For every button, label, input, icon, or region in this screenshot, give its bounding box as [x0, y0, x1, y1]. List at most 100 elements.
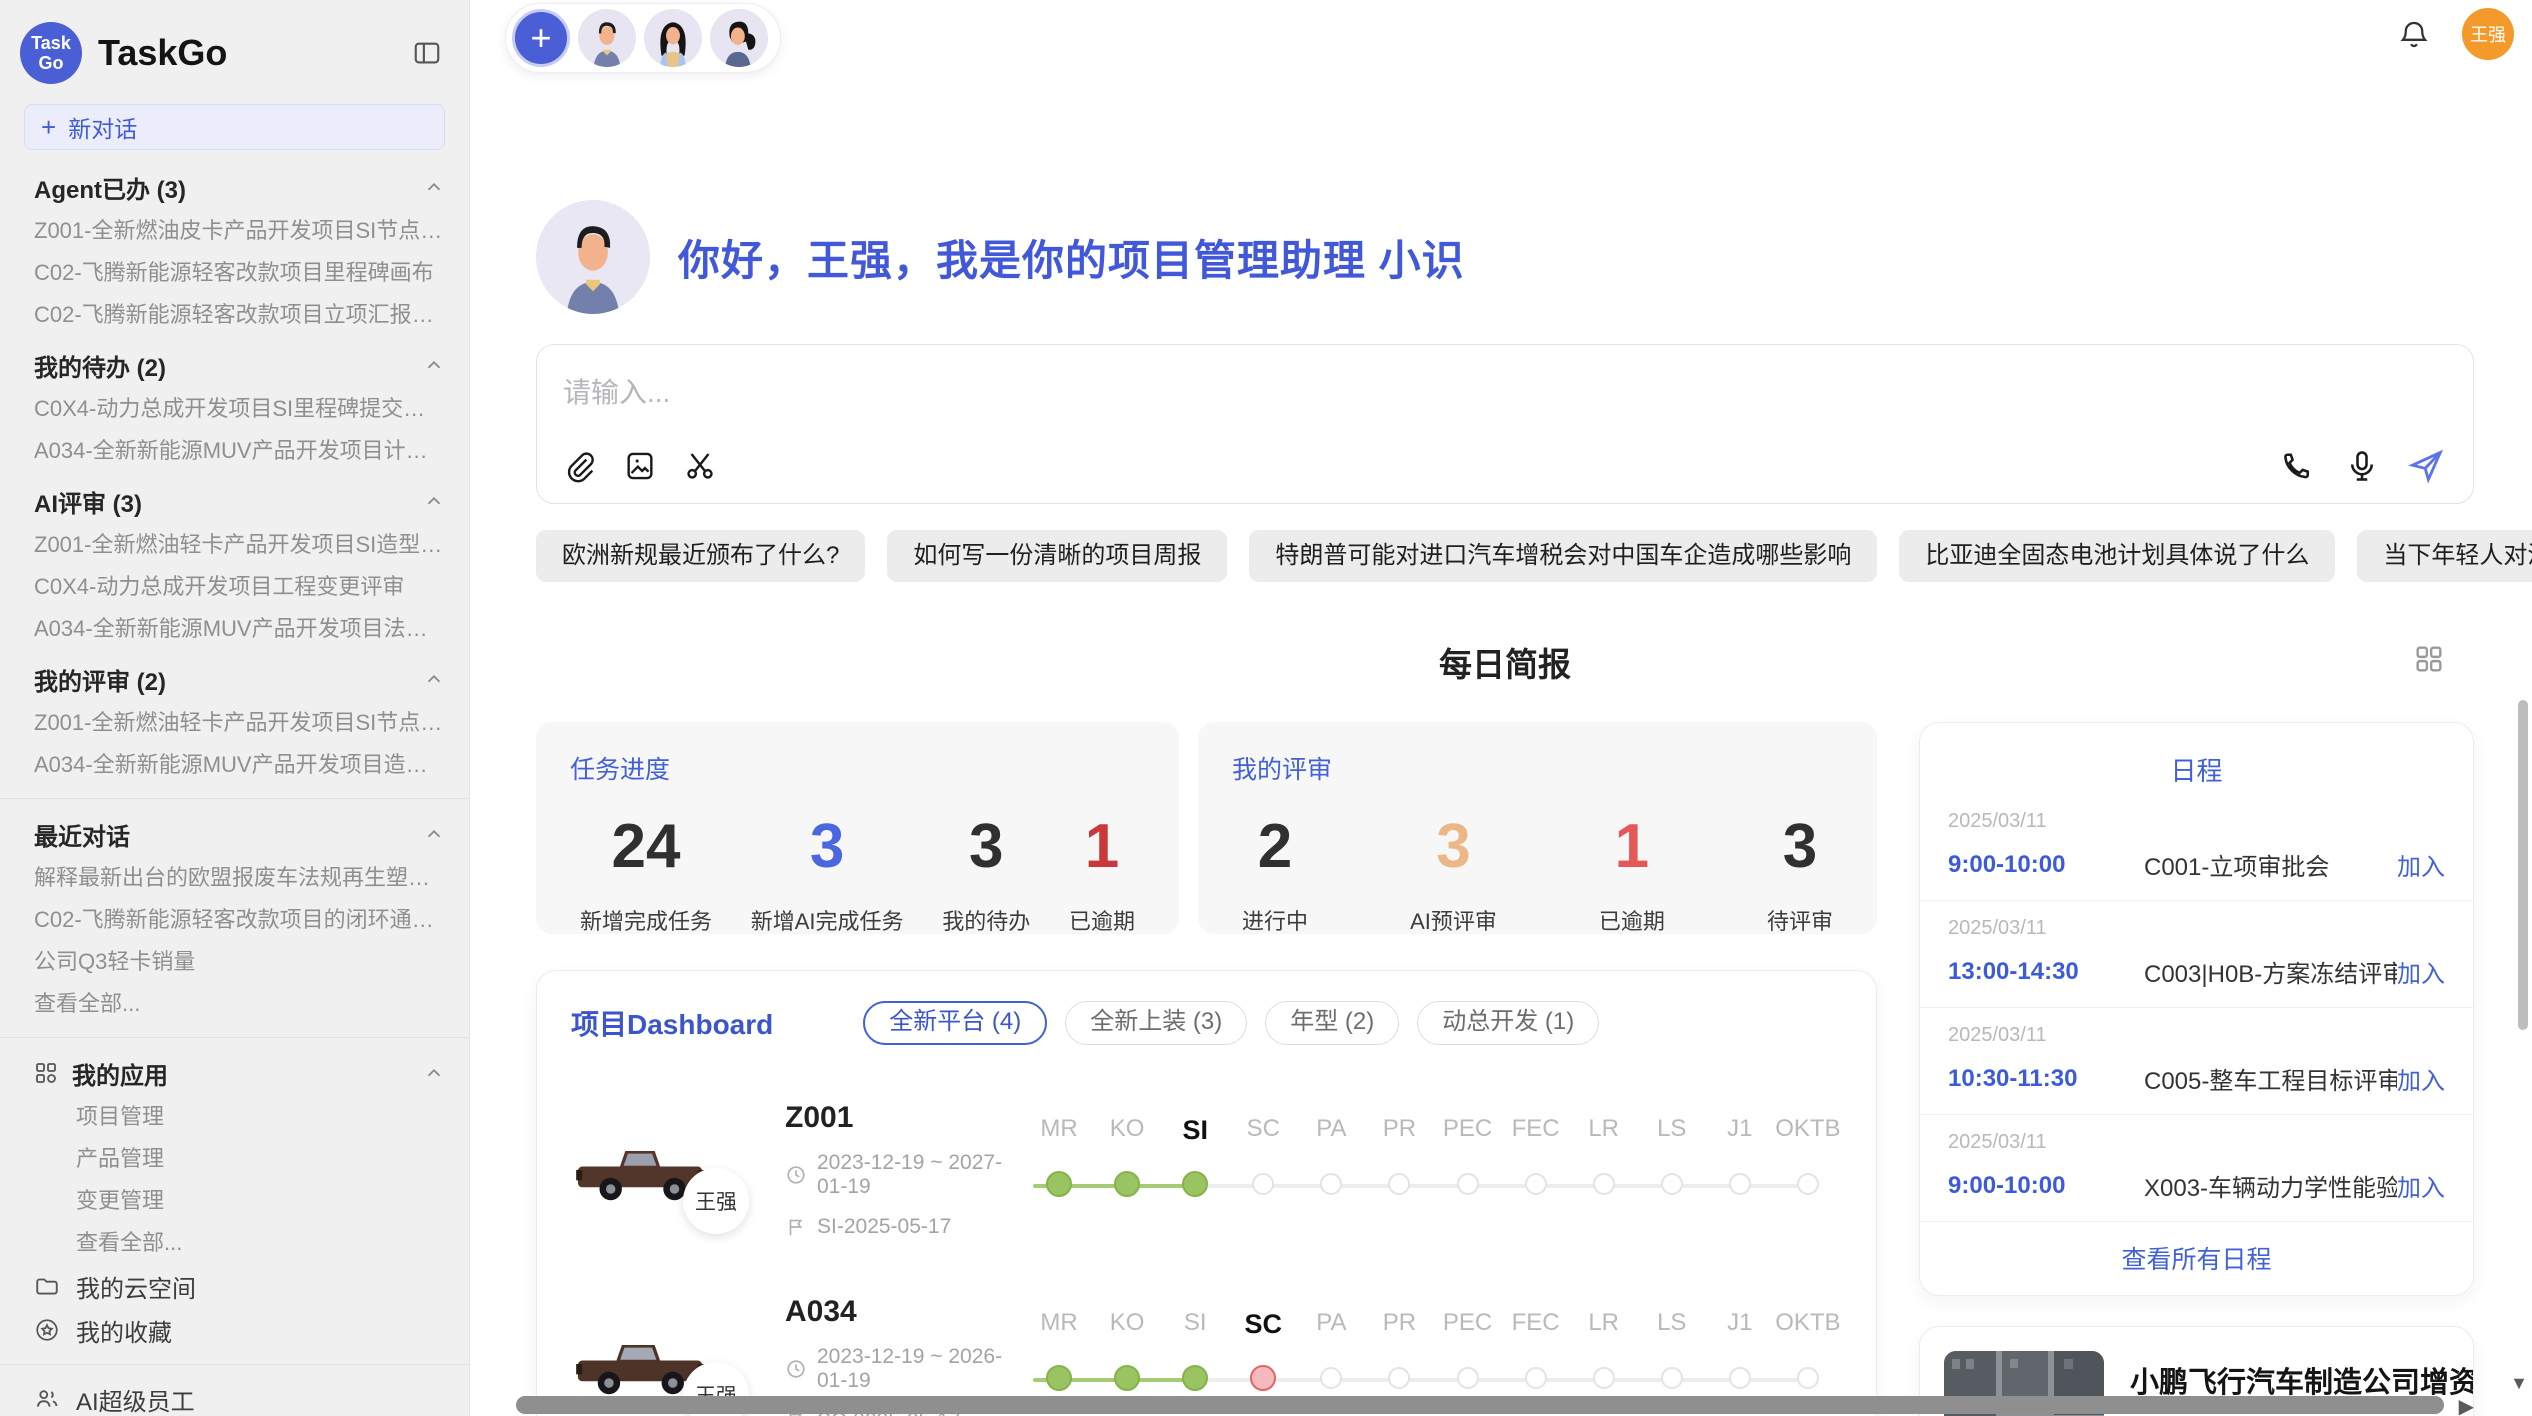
project-milestone-date: SI-2025-05-17: [817, 1215, 951, 1239]
view-all-apps-link[interactable]: 查看全部...: [34, 1222, 445, 1264]
app-window: Task Go TaskGo + 新对话 Agent已办 (3) Z001-全新…: [0, 0, 2532, 1416]
tab-powertrain[interactable]: 动总开发 (1): [1417, 1001, 1599, 1045]
project-name: Z001: [785, 1101, 1025, 1135]
recent-chat-item[interactable]: 解释最新出台的欧盟报废车法规再生塑料比例被调至15%...: [34, 857, 445, 899]
schedule-item[interactable]: 2025/03/11 9:00-10:00 X003-车辆动力学性能验... 加…: [1920, 1115, 2473, 1222]
sidebar-section-ai-review[interactable]: AI评审 (3): [34, 478, 445, 524]
stat-overdue: 1 已逾期: [1069, 812, 1135, 936]
section-title: 我的评审: [34, 669, 130, 696]
milestone-label: KO: [1110, 1115, 1145, 1149]
sidebar-collapse-icon[interactable]: [409, 35, 445, 71]
section-title: AI评审: [34, 491, 106, 518]
stat-value: 3: [1767, 812, 1833, 882]
app-item-project-management[interactable]: 项目管理: [34, 1096, 445, 1138]
milestone-dot: [1114, 1365, 1140, 1391]
suggestion-chip[interactable]: 特朗普可能对进口汽车增税会对中国车企造成哪些影响: [1249, 530, 1877, 582]
message-composer[interactable]: 请输入...: [536, 344, 2474, 504]
milestone-dot: [1388, 1367, 1410, 1389]
recent-chat-item[interactable]: C02-飞腾新能源轻客改款项目的闭环通告反馈情况: [34, 899, 445, 941]
sidebar-item[interactable]: A034-全新新能源MUV产品开发项目造型可行性评审: [34, 744, 445, 786]
agent-avatar-man[interactable]: [578, 9, 636, 67]
sidebar-item[interactable]: C02-飞腾新能源轻客改款项目立项汇报方案: [34, 294, 445, 336]
app-item-product-management[interactable]: 产品管理: [34, 1138, 445, 1180]
recent-chat-item[interactable]: 公司Q3轻卡销量: [34, 941, 445, 983]
milestone-dot: [1320, 1173, 1342, 1195]
join-link[interactable]: 加入: [2397, 1168, 2445, 1203]
vertical-scrollbar-thumb[interactable]: [2518, 700, 2528, 1030]
new-chat-button[interactable]: + 新对话: [24, 104, 445, 150]
suggestion-chip[interactable]: 欧洲新规最近颁布了什么?: [536, 530, 865, 582]
milestone-label: PEC: [1443, 1309, 1492, 1343]
suggestion-chip[interactable]: 比亚迪全固态电池计划具体说了什么: [1899, 530, 2335, 582]
user-avatar[interactable]: 王强: [2462, 8, 2514, 60]
agent-avatars-pill: +: [505, 3, 781, 73]
briefing-left-column: 任务进度 24 新增完成任务 3 新增AI完成任务: [536, 722, 1877, 1416]
stat-label: 我的待办: [942, 904, 1030, 936]
notifications-bell-icon[interactable]: [2394, 14, 2434, 54]
sidebar-item[interactable]: A034-全新新能源MUV产品开发项目法规符合性评审: [34, 608, 445, 650]
image-icon[interactable]: [621, 447, 659, 485]
sidebar-list: Agent已办 (3) Z001-全新燃油皮卡产品开发项目SI节点Lesson …: [0, 164, 469, 1416]
view-all-chats-link[interactable]: 查看全部...: [34, 983, 445, 1025]
milestone-mr: MR: [1025, 1309, 1093, 1416]
view-all-schedule-link[interactable]: 查看所有日程: [1920, 1222, 2473, 1276]
assistant-avatar: [536, 200, 650, 314]
milestone-dot: [1457, 1367, 1479, 1389]
chevron-up-icon: [423, 668, 445, 690]
milestone-dot: [1729, 1367, 1751, 1389]
sidebar-item-ai-super-staff[interactable]: AI超级员工: [34, 1377, 445, 1416]
project-row[interactable]: 王强 Z001 2023-12-19 ~ 2027-01-19: [571, 1101, 1842, 1239]
right-column: 日程 2025/03/11 9:00-10:00 C001-立项审批会 加入 2…: [1919, 722, 2474, 1416]
agent-avatar-woman-ponytail[interactable]: [710, 9, 768, 67]
sidebar-item[interactable]: Z001-全新燃油皮卡产品开发项目SI节点Lesson Learn报告: [34, 210, 445, 252]
send-icon[interactable]: [2407, 447, 2445, 485]
tab-new-body[interactable]: 全新上装 (3): [1065, 1001, 1247, 1045]
sidebar-section-recent-chats[interactable]: 最近对话: [34, 811, 445, 857]
tab-new-platform[interactable]: 全新平台 (4): [863, 1001, 1047, 1045]
sidebar-item[interactable]: Z001-全新燃油轻卡产品开发项目SI造型提交物评审: [34, 524, 445, 566]
schedule-item[interactable]: 2025/03/11 10:30-11:30 C005-整车工程目标评审 加入: [1920, 1008, 2473, 1115]
scissors-icon[interactable]: [681, 447, 719, 485]
sidebar-item[interactable]: Z001-全新燃油轻卡产品开发项目SI节点属性5D文件评审: [34, 702, 445, 744]
schedule-item[interactable]: 2025/03/11 13:00-14:30 C003|H0B-方案冻结评审 加…: [1920, 901, 2473, 1008]
sidebar-section-my-apps[interactable]: 我的应用: [34, 1050, 445, 1096]
milestone-label: PA: [1316, 1309, 1346, 1343]
stat-label: 已逾期: [1599, 904, 1665, 936]
topbar-right: 王强: [2394, 8, 2514, 60]
app-item-change-management[interactable]: 变更管理: [34, 1180, 445, 1222]
stat-value: 3: [1410, 812, 1497, 882]
paperclip-icon[interactable]: [561, 447, 599, 485]
project-media: 王强: [571, 1122, 785, 1218]
sidebar-item[interactable]: A034-全新新能源MUV产品开发项目计划变更表编写: [34, 430, 445, 472]
join-link[interactable]: 加入: [2397, 847, 2445, 882]
schedule-name: C005-整车工程目标评审: [2108, 1061, 2397, 1096]
add-agent-button[interactable]: +: [512, 9, 570, 67]
schedule-item[interactable]: 2025/03/11 9:00-10:00 C001-立项审批会 加入: [1920, 794, 2473, 901]
milestone-label: MR: [1040, 1309, 1077, 1343]
layout-grid-icon[interactable]: [2412, 642, 2446, 676]
join-link[interactable]: 加入: [2397, 1061, 2445, 1096]
logo-line1: Task: [31, 33, 71, 53]
suggestion-chip[interactable]: 当下年轻人对汽车外观有怎样的喜好趋势: [2357, 530, 2532, 582]
sidebar-item-cloud-space[interactable]: 我的云空间: [34, 1264, 445, 1308]
agent-avatar-woman-long-hair[interactable]: [644, 9, 702, 67]
scroll-right-arrow[interactable]: ▶: [2459, 1394, 2474, 1416]
sidebar-item[interactable]: C02-飞腾新能源轻客改款项目里程碑画布: [34, 252, 445, 294]
sidebar-section-my-todo[interactable]: 我的待办 (2): [34, 342, 445, 388]
sidebar-section-my-review[interactable]: 我的评审 (2): [34, 656, 445, 702]
milestone-track: MRKOSISCPAPRPECFECLRLSJ1OKTB: [1025, 1115, 1842, 1225]
scroll-down-arrow[interactable]: ▼: [2510, 1373, 2528, 1394]
composer-placeholder: 请输入...: [563, 371, 670, 411]
join-link[interactable]: 加入: [2397, 954, 2445, 989]
sidebar-section-agent-done[interactable]: Agent已办 (3): [34, 164, 445, 210]
sidebar-item-favorites[interactable]: 我的收藏: [34, 1308, 445, 1352]
main-area: + 王强: [470, 0, 2532, 1416]
tab-model-year[interactable]: 年型 (2): [1265, 1001, 1399, 1045]
sidebar-item[interactable]: C0X4-动力总成开发项目SI里程碑提交物检查: [34, 388, 445, 430]
phone-icon[interactable]: [2279, 447, 2317, 485]
milestone-lr: LR: [1570, 1309, 1638, 1416]
mic-icon[interactable]: [2343, 447, 2381, 485]
sidebar-item[interactable]: C0X4-动力总成开发项目工程变更评审: [34, 566, 445, 608]
stat-value: 3: [942, 812, 1030, 882]
suggestion-chip[interactable]: 如何写一份清晰的项目周报: [887, 530, 1227, 582]
